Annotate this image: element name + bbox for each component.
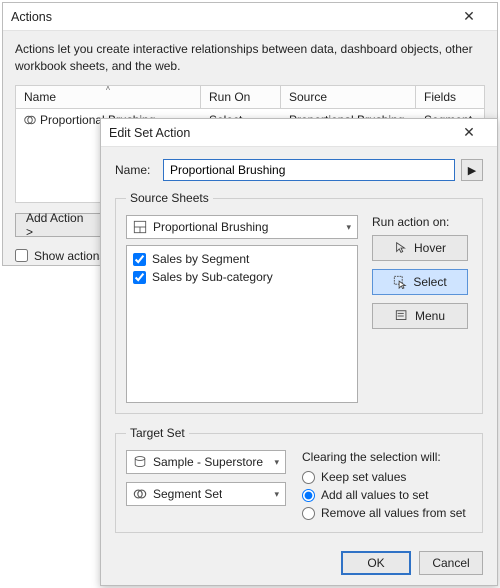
col-header-source[interactable]: Source (281, 86, 416, 108)
source-sheets-group: Source Sheets Proportional Brushing ▾ (115, 191, 483, 414)
source-sheets-legend: Source Sheets (126, 191, 213, 205)
sheet-label: Sales by Segment (152, 252, 249, 266)
show-actions-checkbox-input[interactable] (15, 249, 28, 262)
radio-add-input[interactable] (302, 489, 315, 502)
col-header-runon[interactable]: Run On (201, 86, 281, 108)
radio-keep[interactable]: Keep set values (302, 468, 472, 486)
target-datasource-text: Sample - Superstore (153, 455, 263, 469)
col-header-fields[interactable]: Fields (416, 86, 484, 108)
radio-remove[interactable]: Remove all values from set (302, 504, 472, 522)
dashboard-icon (133, 220, 147, 234)
actions-title: Actions (11, 10, 52, 24)
close-icon[interactable]: ✕ (449, 119, 489, 146)
datasource-icon (133, 455, 147, 469)
list-item[interactable]: Sales by Sub-category (133, 268, 351, 286)
run-select-button[interactable]: Select (372, 269, 468, 295)
chevron-down-icon: ▾ (274, 457, 279, 468)
caret-right-icon: ▶ (468, 164, 476, 177)
edit-titlebar: Edit Set Action ✕ (101, 119, 497, 147)
sheet-checkbox[interactable] (133, 271, 146, 284)
radio-keep-input[interactable] (302, 471, 315, 484)
source-dashboard-text: Proportional Brushing (153, 220, 268, 234)
actions-intro-text: Actions let you create interactive relat… (15, 41, 485, 75)
chevron-down-icon: ▾ (274, 489, 279, 500)
close-icon[interactable]: ✕ (449, 3, 489, 30)
target-set-group: Target Set Sample - Superstore ▾ (115, 426, 483, 533)
chevron-down-icon: ▾ (346, 222, 351, 233)
insert-menu-button[interactable]: ▶ (461, 159, 483, 181)
action-name-input[interactable] (163, 159, 455, 181)
actions-grid-header: ˄ Name Run On Source Fields (15, 85, 485, 108)
edit-set-action-window: Edit Set Action ✕ Name: ▶ Source Sheets (100, 118, 498, 586)
radio-remove-input[interactable] (302, 507, 315, 520)
sheet-checkbox[interactable] (133, 253, 146, 266)
list-item[interactable]: Sales by Segment (133, 250, 351, 268)
edit-title: Edit Set Action (109, 126, 190, 140)
target-set-text: Segment Set (153, 487, 222, 501)
name-label: Name: (115, 163, 157, 177)
cancel-button[interactable]: Cancel (419, 551, 483, 575)
target-set-legend: Target Set (126, 426, 189, 440)
menu-icon (395, 309, 409, 323)
run-hover-button[interactable]: Hover (372, 235, 468, 261)
target-set-dropdown[interactable]: Segment Set ▾ (126, 482, 286, 506)
select-icon (393, 275, 407, 289)
run-action-label: Run action on: (372, 215, 472, 229)
source-sheets-list: Sales by Segment Sales by Sub-category (126, 245, 358, 403)
hover-icon (394, 241, 408, 255)
target-datasource-dropdown[interactable]: Sample - Superstore ▾ (126, 450, 286, 474)
set-icon (24, 114, 36, 126)
col-header-name[interactable]: ˄ Name (16, 86, 201, 108)
add-action-button[interactable]: Add Action > (15, 213, 101, 237)
sheet-label: Sales by Sub-category (152, 270, 273, 284)
radio-add[interactable]: Add all values to set (302, 486, 472, 504)
run-menu-button[interactable]: Menu (372, 303, 468, 329)
actions-titlebar: Actions ✕ (3, 3, 497, 31)
source-dashboard-dropdown[interactable]: Proportional Brushing ▾ (126, 215, 358, 239)
ok-button[interactable]: OK (341, 551, 411, 575)
clearing-label: Clearing the selection will: (302, 450, 472, 464)
set-icon (133, 487, 147, 501)
sort-indicator-icon: ˄ (106, 84, 111, 93)
